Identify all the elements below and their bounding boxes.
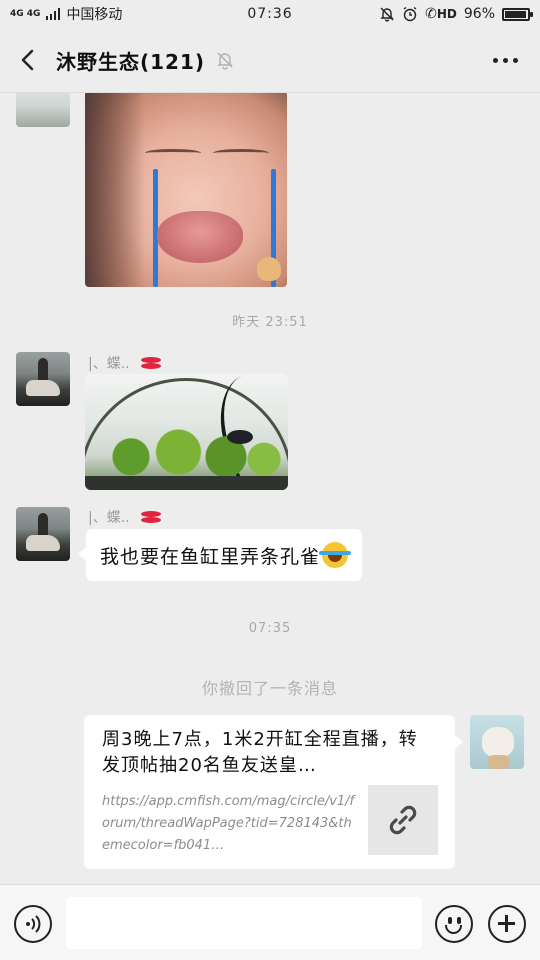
chat-area[interactable]: 昨天 23:51 |、蝶.. |、蝶.. 我也要在鱼缸里弄条孔雀 07:35 你… [0, 92, 540, 884]
emoji-icon[interactable] [435, 905, 473, 943]
sender-name-text: |、蝶.. [88, 356, 130, 372]
battery-percent: 96% [463, 6, 495, 22]
link-icon [368, 785, 438, 855]
status-left: 4G 4G 中国移动 [10, 4, 122, 24]
avatar[interactable] [16, 352, 70, 406]
link-title: 周3晚上7点，1米2开缸全程直播，转发顶帖抽20名鱼友送皇… [102, 729, 418, 776]
signal-icon [46, 8, 61, 20]
voice-icon[interactable] [14, 905, 52, 943]
status-right: ✆HD 96% [379, 6, 533, 22]
avatar[interactable] [16, 93, 70, 127]
network-indicator: 4G 4G [10, 8, 41, 19]
status-bar: 4G 4G 中国移动 07:36 ✆HD 96% [0, 0, 540, 28]
back-icon[interactable] [14, 46, 42, 74]
mute-bell-icon [217, 52, 233, 70]
battery-icon [502, 7, 533, 21]
sender-name: |、蝶.. [88, 353, 162, 373]
hd-label: HD [436, 7, 457, 21]
timestamp: 昨天 23:51 [232, 315, 308, 330]
sender-name-text: |、蝶.. [88, 510, 130, 526]
alarm-icon [403, 6, 417, 22]
sticker-icon [257, 257, 281, 281]
link-url: https://app.cmfish.com/mag/circle/v1/for… [102, 794, 355, 853]
laughing-tears-emoji-icon [319, 542, 352, 568]
more-icon[interactable] [485, 50, 526, 71]
chat-title: 沐野生态(121) [56, 49, 206, 74]
sender-name: |、蝶.. [88, 507, 162, 527]
recalled-message-notice: 你撤回了一条消息 [201, 679, 338, 698]
input-bar [0, 884, 540, 960]
lips-emoji-icon [140, 356, 162, 370]
lips-emoji-icon [140, 510, 162, 524]
chat-header: 沐野生态(121) [0, 28, 540, 92]
plus-icon[interactable] [488, 905, 526, 943]
link-card-message[interactable]: 周3晚上7点，1米2开缸全程直播，转发顶帖抽20名鱼友送皇… https://a… [84, 715, 463, 869]
self-avatar[interactable] [470, 715, 524, 769]
image-message-fish-tank[interactable] [85, 374, 288, 490]
bell-icon [380, 7, 394, 22]
carrier-name: 中国移动 [66, 7, 123, 23]
image-message-crying-baby[interactable] [85, 93, 287, 287]
hd-call-icon: ✆HD [425, 6, 457, 22]
message-text: 我也要在鱼缸里弄条孔雀 [100, 545, 321, 568]
timestamp: 07:35 [248, 621, 292, 636]
message-input[interactable] [66, 897, 422, 949]
text-message-bubble[interactable]: 我也要在鱼缸里弄条孔雀 [77, 529, 363, 581]
avatar[interactable] [16, 507, 70, 561]
